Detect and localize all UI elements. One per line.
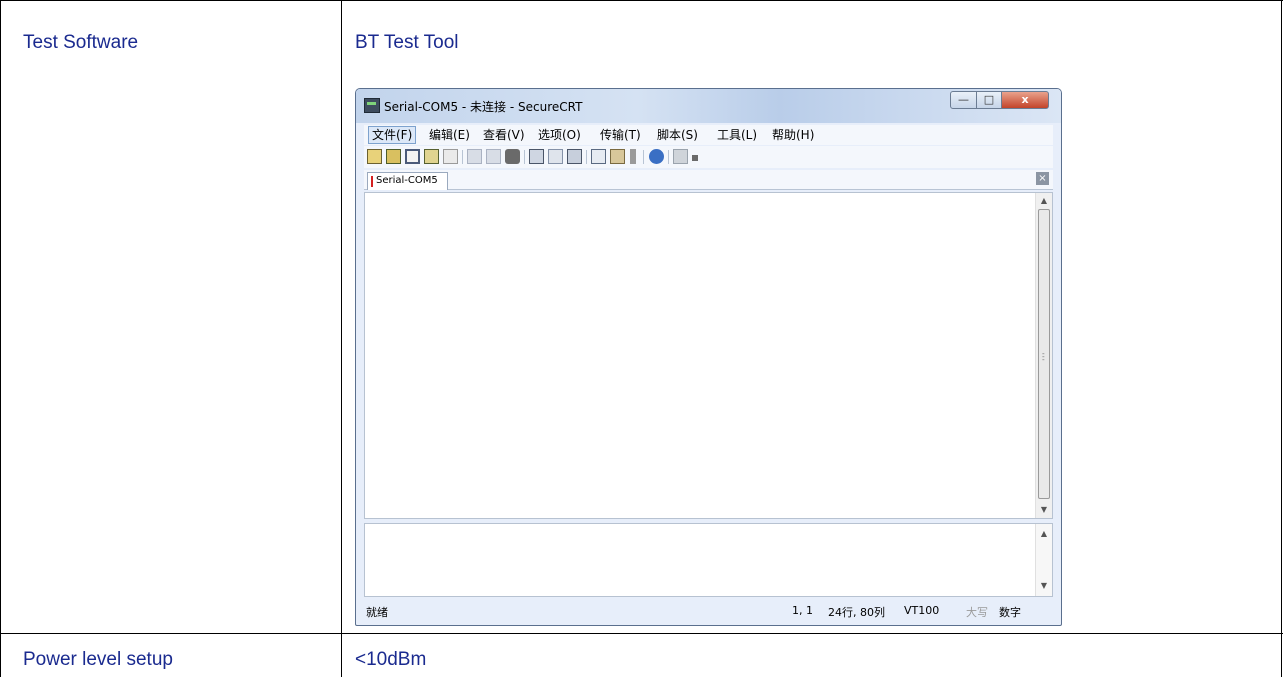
find-icon[interactable] <box>505 149 520 164</box>
table-left-border <box>0 0 1 677</box>
status-bar: 就绪 1, 1 24行, 80列 VT100 大写 数字 <box>364 599 1053 621</box>
menu-script[interactable]: 脚本(S) <box>654 126 701 144</box>
window-title: Serial-COM5 - 未连接 - SecureCRT <box>384 100 583 114</box>
close-button[interactable]: x <box>1001 91 1049 109</box>
row-value-power-level: <10dBm <box>355 649 427 670</box>
minimize-button[interactable]: — <box>950 91 977 109</box>
status-terminal-type: VT100 <box>904 604 940 617</box>
terminal-scrollbar[interactable]: ▲ --- ▼ <box>1035 193 1052 518</box>
session-tab-bar: Serial-COM5 × <box>364 170 1053 190</box>
toolbar-separator <box>668 150 669 164</box>
status-num-lock: 数字 <box>999 606 1021 619</box>
connect-icon[interactable] <box>367 149 382 164</box>
securecrt-window: Serial-COM5 - 未连接 - SecureCRT — □ x 文件(F… <box>355 88 1062 626</box>
status-caps-lock: 大写 <box>966 606 988 619</box>
toolbar-separator <box>462 150 463 164</box>
toolbar-separator <box>643 150 644 164</box>
keymap-icon[interactable] <box>630 149 636 164</box>
toolbar-separator <box>586 150 587 164</box>
terminal-output-area[interactable]: ▲ --- ▼ <box>364 192 1053 519</box>
menu-edit[interactable]: 编辑(E) <box>426 126 473 144</box>
menu-options[interactable]: 选项(O) <box>535 126 584 144</box>
print-icon[interactable] <box>567 149 582 164</box>
menu-tools[interactable]: 工具(L) <box>714 126 760 144</box>
global-options-icon[interactable] <box>610 149 625 164</box>
quick-connect-icon[interactable] <box>386 149 401 164</box>
print-setup-icon[interactable] <box>529 149 544 164</box>
status-cursor-position: 1, 1 <box>792 604 813 617</box>
paste-icon[interactable] <box>486 149 501 164</box>
table-row-divider <box>0 633 1283 634</box>
menu-view[interactable]: 查看(V) <box>480 126 528 144</box>
row-label-test-software: Test Software <box>23 32 139 53</box>
command-input-pane[interactable]: ▲ ▼ <box>364 523 1053 597</box>
menu-bar: 文件(F) 编辑(E) 查看(V) 选项(O) 传输(T) 脚本(S) 工具(L… <box>364 125 1053 145</box>
session-options-icon[interactable] <box>591 149 606 164</box>
status-ready: 就绪 <box>366 606 388 619</box>
scroll-up-icon[interactable]: ▲ <box>1036 194 1052 208</box>
tab-serial-com5[interactable]: Serial-COM5 <box>367 172 448 190</box>
table-right-border <box>1281 0 1282 677</box>
toolbar-separator <box>524 150 525 164</box>
table-column-divider <box>341 0 342 677</box>
disconnect-icon[interactable] <box>443 149 458 164</box>
reconnect-icon[interactable] <box>424 149 439 164</box>
scrollbar-grip-icon: --- <box>1042 349 1045 364</box>
more-icon[interactable] <box>692 155 698 161</box>
table-top-border <box>0 0 1283 1</box>
row-value-test-software: BT Test Tool <box>355 32 459 53</box>
copy-icon[interactable] <box>467 149 482 164</box>
menu-file[interactable]: 文件(F) <box>368 126 417 144</box>
input-scrollbar[interactable]: ▲ ▼ <box>1035 524 1052 596</box>
securecrt-app-icon <box>364 98 380 113</box>
scroll-down-icon[interactable]: ▼ <box>1036 503 1052 517</box>
maximize-button[interactable]: □ <box>976 91 1002 109</box>
input-scroll-down-icon[interactable]: ▼ <box>1036 579 1052 593</box>
sftp-icon[interactable] <box>673 149 688 164</box>
status-terminal-size: 24行, 80列 <box>828 606 885 619</box>
help-icon[interactable] <box>649 149 664 164</box>
print-selection-icon[interactable] <box>548 149 563 164</box>
window-titlebar[interactable]: Serial-COM5 - 未连接 - SecureCRT — □ x <box>356 89 1061 123</box>
menu-transfer[interactable]: 传输(T) <box>597 126 644 144</box>
connect-tab-icon[interactable] <box>405 149 420 164</box>
row-label-power-level: Power level setup <box>23 649 173 670</box>
close-tab-icon[interactable]: × <box>1036 172 1049 185</box>
input-scroll-up-icon[interactable]: ▲ <box>1036 527 1052 541</box>
scrollbar-thumb[interactable]: --- <box>1038 209 1050 499</box>
toolbar <box>364 146 1053 168</box>
menu-help[interactable]: 帮助(H) <box>769 126 817 144</box>
